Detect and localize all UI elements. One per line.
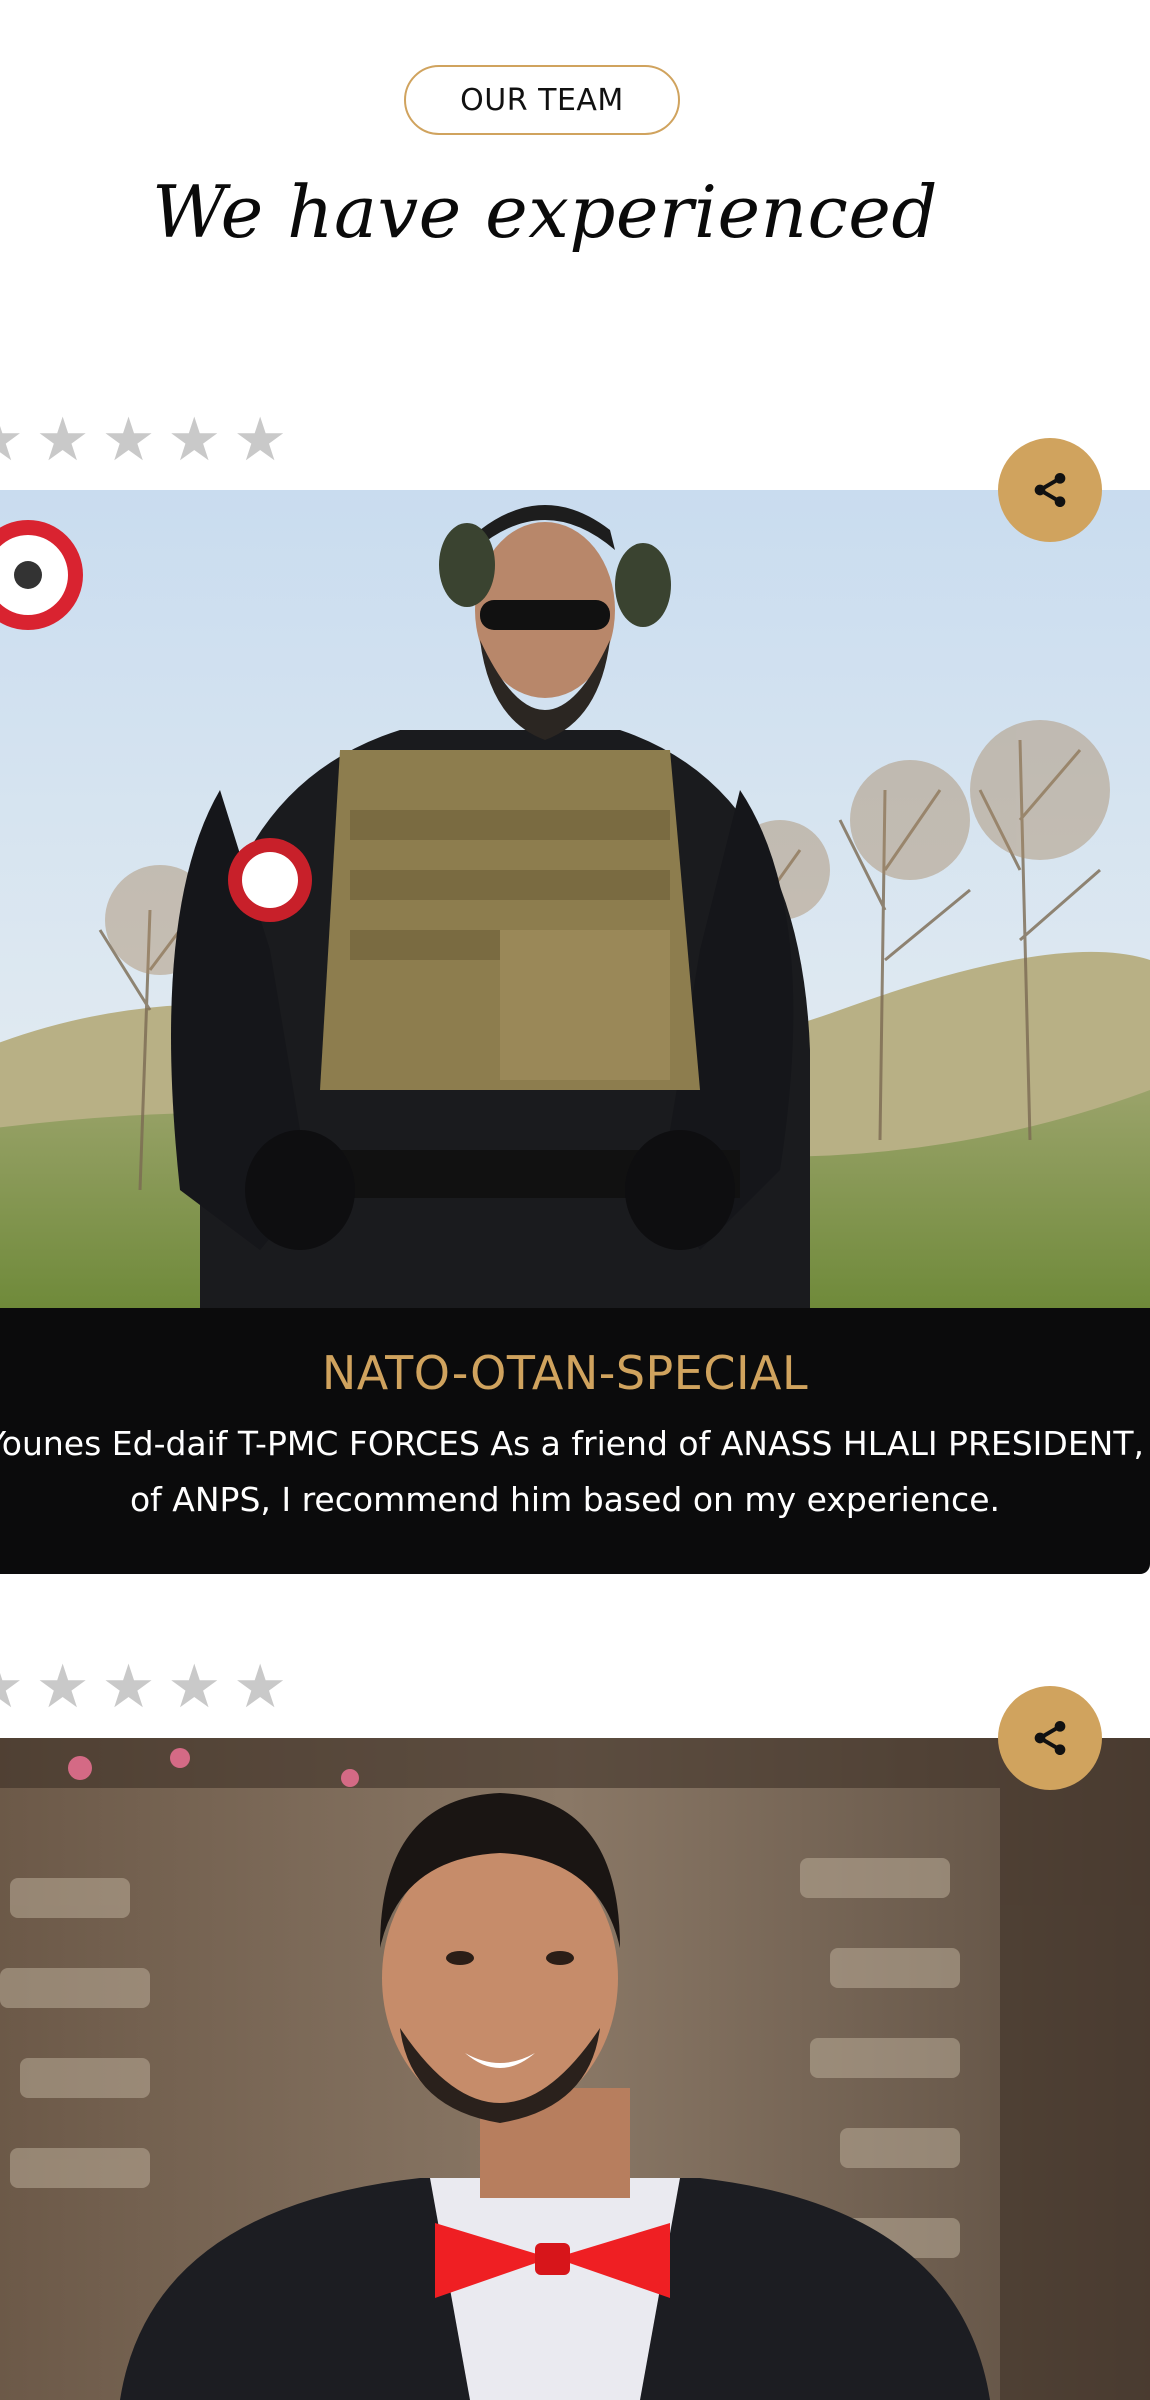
share-icon xyxy=(1034,1721,1066,1755)
share-icon xyxy=(1034,473,1066,507)
star-icon: ★ xyxy=(0,410,24,470)
star-icon: ★ xyxy=(233,1652,287,1722)
section-title: We have experienced xyxy=(152,170,938,254)
star-icon: ★ xyxy=(167,405,222,475)
member-caption: NATO-OTAN-SPECIAL Younes Ed-daif T-PMC F… xyxy=(0,1308,1150,1574)
star-icon: ★ xyxy=(35,1652,90,1722)
star-icon: ★ xyxy=(0,1657,24,1717)
member-name: NATO-OTAN-SPECIAL xyxy=(321,1346,809,1400)
section-eyebrow: OUR TEAM xyxy=(404,65,680,135)
star-icon: ★ xyxy=(101,405,156,475)
rating-stars: ★ ★ ★ ★ ★ xyxy=(0,410,287,470)
star-icon: ★ xyxy=(233,405,287,475)
star-icon: ★ xyxy=(35,405,90,475)
star-icon: ★ xyxy=(167,1652,222,1722)
star-icon: ★ xyxy=(101,1652,156,1722)
team-section: OUR TEAM We have experienced ★ ★ ★ ★ ★ xyxy=(0,0,1150,2400)
team-member-card[interactable] xyxy=(0,1738,1150,2400)
share-button[interactable] xyxy=(998,438,1102,542)
team-member-card[interactable]: NATO-OTAN-SPECIAL Younes Ed-daif T-PMC F… xyxy=(0,490,1150,1574)
member-quote: Younes Ed-daif T-PMC FORCES As a friend … xyxy=(0,1424,1145,1519)
member-photo xyxy=(0,1738,1150,2400)
rating-stars: ★ ★ ★ ★ ★ xyxy=(0,1657,287,1717)
member-photo xyxy=(0,490,1150,1308)
share-button[interactable] xyxy=(998,1686,1102,1790)
